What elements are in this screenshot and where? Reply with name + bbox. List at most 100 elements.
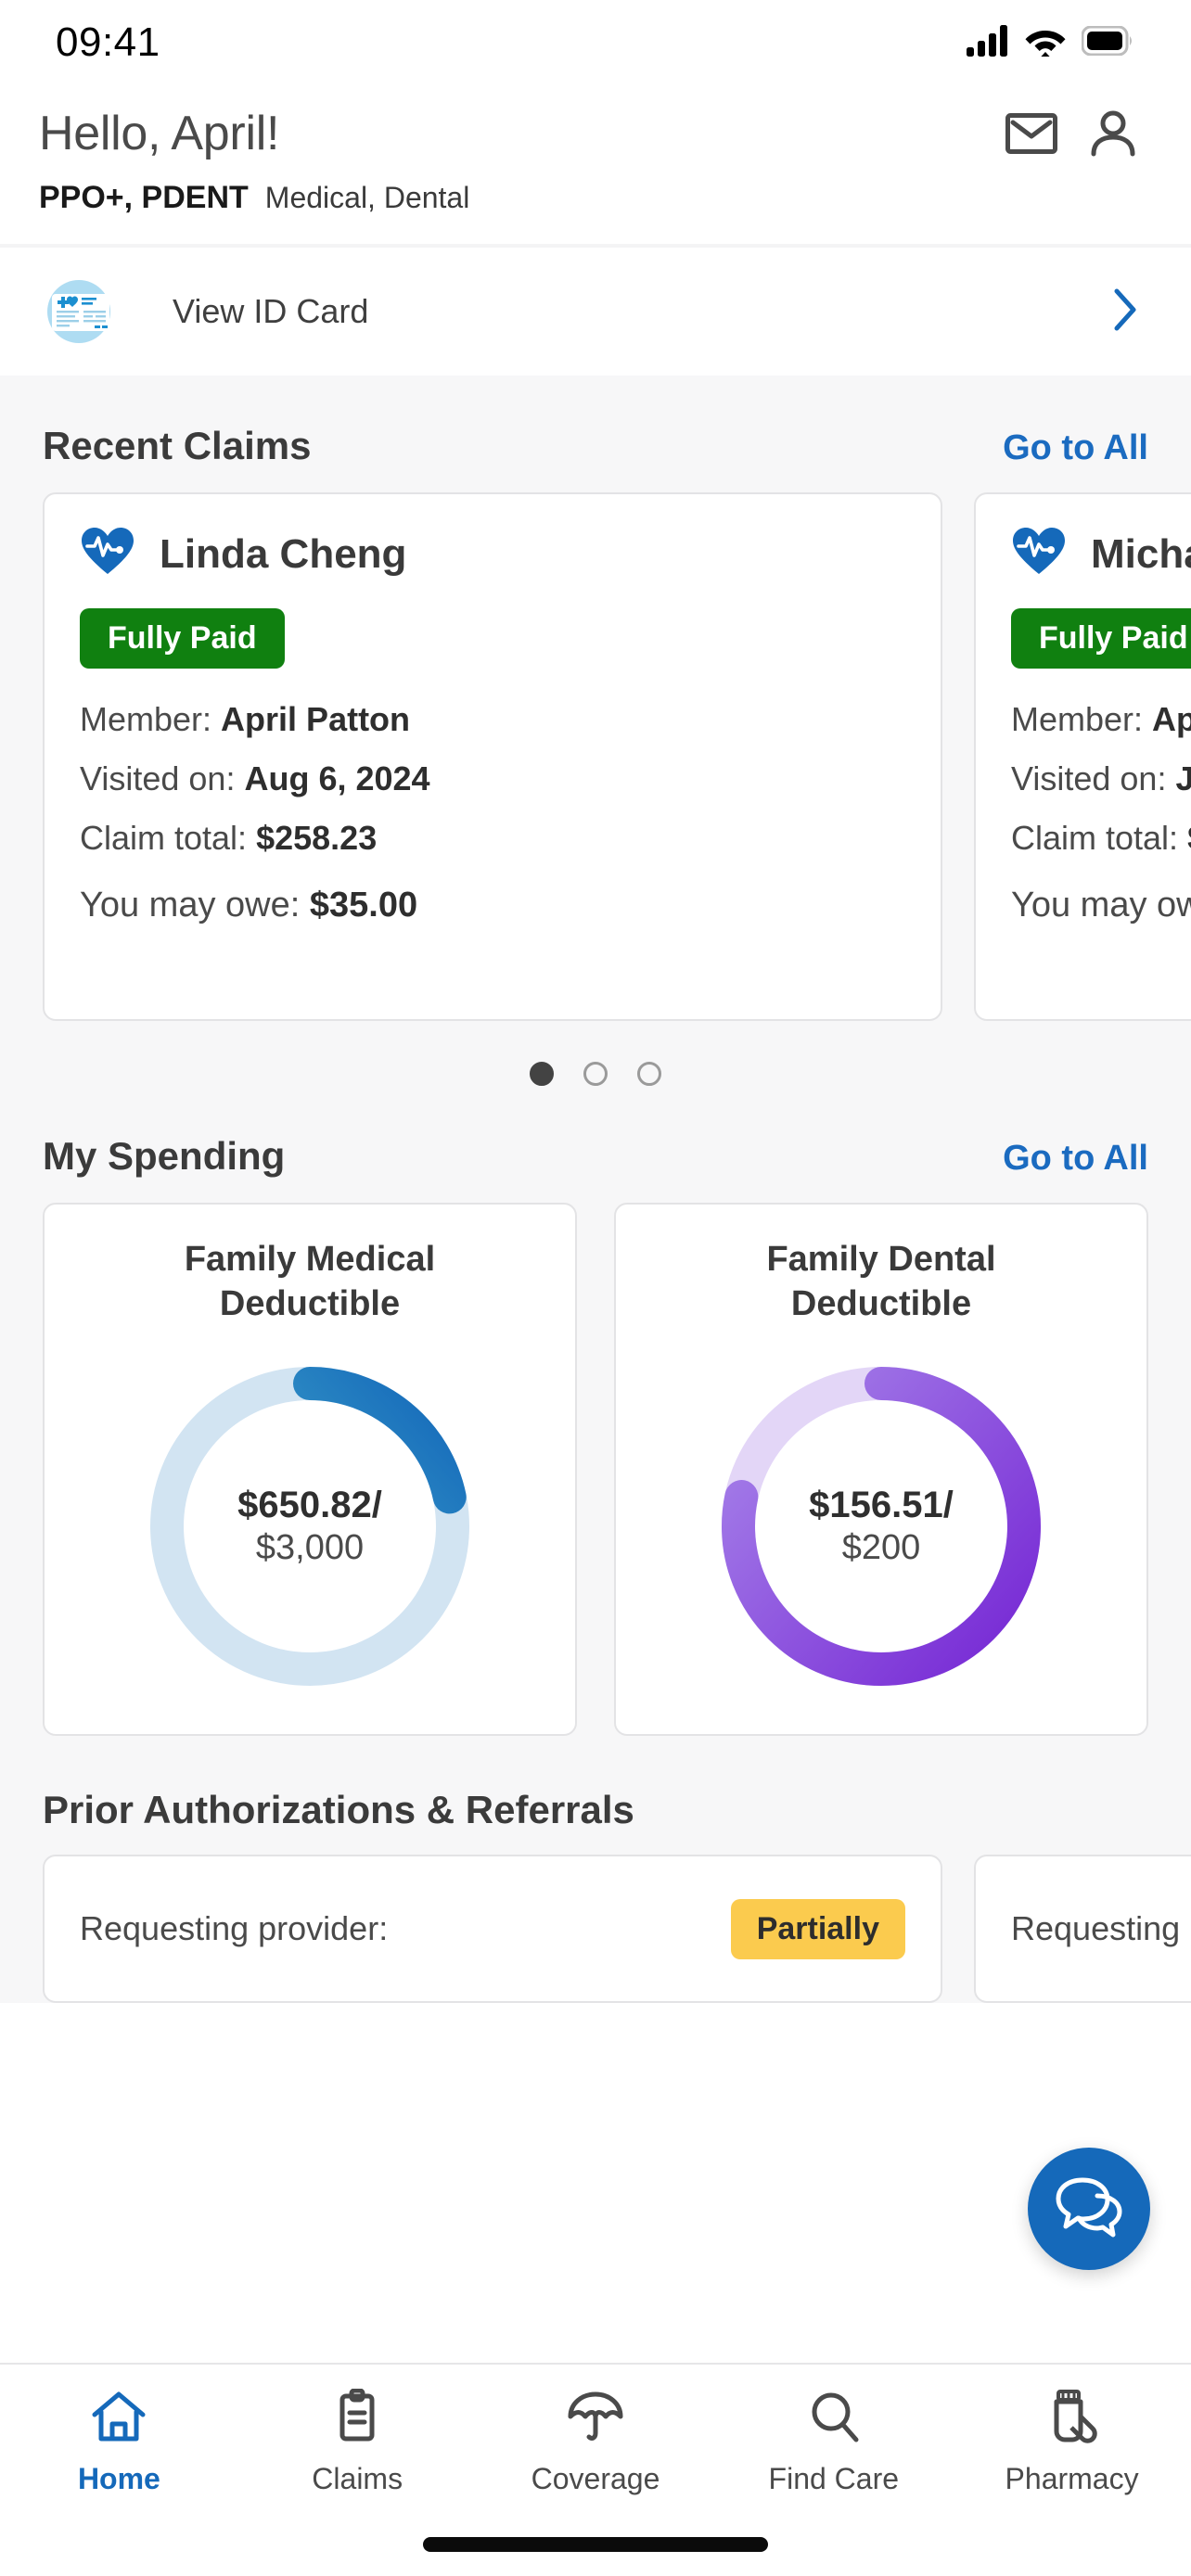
claim-owe-label: You may owe: [80, 886, 300, 925]
claim-visited-label: Visited on: [1011, 759, 1166, 797]
claim-member-row: Member: April Patton [80, 700, 905, 739]
header-actions [1005, 109, 1152, 158]
claim-owe-label: You may owe: [1011, 886, 1191, 925]
my-spending-title: My Spending [43, 1134, 285, 1179]
status-badge: Fully Paid [80, 608, 285, 669]
medical-total-amount: $3,000 [256, 1527, 364, 1570]
spending-card-title: Family Dental Deductible [677, 1238, 1085, 1326]
claim-details: Member: April Patton Visited on: Jul 22,… [1011, 700, 1191, 925]
id-card-icon [39, 272, 119, 351]
dental-used-amount: $156.51/ [809, 1484, 954, 1527]
claims-carousel-pager[interactable] [0, 1021, 1191, 1095]
tab-coverage-label: Coverage [531, 2462, 660, 2496]
claim-total-row: Claim total: $258.23 [80, 819, 905, 858]
claim-visited-row: Visited on: Aug 6, 2024 [80, 759, 905, 798]
pager-dot-1[interactable] [530, 1062, 554, 1086]
medical-used-amount: $650.82/ [237, 1484, 382, 1527]
medical-deductible-donut: $650.82/ $3,000 [134, 1350, 486, 1702]
prior-auth-card[interactable]: Requesting provider: Partially [974, 1855, 1191, 2003]
tab-find-care-label: Find Care [769, 2462, 900, 2496]
tab-pharmacy-label: Pharmacy [1005, 2462, 1139, 2496]
heartbeat-icon [1011, 526, 1067, 582]
tab-pharmacy[interactable]: Pharmacy [970, 2389, 1174, 2496]
pager-dot-3[interactable] [637, 1062, 661, 1086]
recent-claims-header: Recent Claims Go to All [0, 385, 1191, 492]
status-badge: Fully Paid [1011, 608, 1191, 669]
recent-claims-title: Recent Claims [43, 424, 311, 468]
claim-card-header: Michael Ruiz [1011, 526, 1191, 582]
greeting-title: Hello, April! [39, 106, 279, 161]
main-scroll-area: Recent Claims Go to All Linda Cheng Full… [0, 376, 1191, 2003]
search-icon [804, 2389, 864, 2449]
my-spending-go-to-all-link[interactable]: Go to All [1003, 1139, 1148, 1179]
tab-home[interactable]: Home [17, 2389, 221, 2496]
prior-auth-status-badge: Partially [731, 1899, 905, 1959]
wifi-icon [1024, 25, 1067, 61]
home-icon [89, 2389, 148, 2449]
my-spending-header: My Spending Go to All [0, 1095, 1191, 1203]
recent-claims-go-to-all-link[interactable]: Go to All [1003, 428, 1148, 468]
claim-member-row: Member: April Patton [1011, 700, 1191, 739]
spending-card-dental[interactable]: Family Dental Deductible $156.51/ $200 [614, 1203, 1148, 1736]
status-time: 09:41 [56, 19, 160, 66]
app-header: Hello, April! PPO+, PDENT Medical, Denta… [0, 85, 1191, 244]
claim-owe-value: $35.00 [310, 886, 417, 925]
umbrella-icon [566, 2389, 625, 2449]
claim-member-value: April Patton [221, 700, 410, 738]
cellular-signal-icon [967, 25, 1009, 61]
view-id-card-label: View ID Card [173, 292, 1083, 331]
claim-card-header: Linda Cheng [80, 526, 905, 582]
battery-icon [1082, 26, 1133, 60]
status-icons [967, 25, 1133, 61]
view-id-card-row[interactable]: View ID Card [0, 248, 1191, 376]
tab-claims[interactable]: Claims [255, 2389, 459, 2496]
header-top-row: Hello, April! [39, 106, 1152, 161]
claim-member-label: Member: [80, 700, 211, 738]
dental-donut-center-label: $156.51/ $200 [705, 1350, 1057, 1702]
profile-icon[interactable] [1089, 109, 1137, 158]
pager-dot-2[interactable] [583, 1062, 608, 1086]
claim-owe-row: You may owe: $35.00 [80, 886, 905, 925]
chat-fab-button[interactable] [1028, 2148, 1150, 2270]
claim-card[interactable]: Michael Ruiz Fully Paid Member: April Pa… [974, 492, 1191, 1021]
claim-total-row: Claim total: $142.00 [1011, 819, 1191, 858]
tab-home-label: Home [78, 2462, 160, 2496]
claim-visited-label: Visited on: [80, 759, 235, 797]
medical-donut-center-label: $650.82/ $3,000 [134, 1350, 486, 1702]
prior-auth-title: Prior Authorizations & Referrals [43, 1788, 634, 1831]
heartbeat-icon [80, 526, 135, 582]
spending-cards: Family Medical Deductible $650.82/ $3,00… [0, 1203, 1191, 1736]
claim-total-label: Claim total: [1011, 819, 1178, 857]
prior-auth-header: Prior Authorizations & Referrals [0, 1736, 1191, 1855]
home-indicator [423, 2537, 768, 2552]
prior-auth-card[interactable]: Requesting provider: Partially [43, 1855, 942, 2003]
tab-claims-label: Claims [312, 2462, 403, 2496]
claim-visited-value: Aug 6, 2024 [244, 759, 429, 797]
claim-total-value: $258.23 [256, 819, 377, 857]
pill-bottle-icon [1043, 2389, 1102, 2449]
claim-member-value: April Patton [1152, 700, 1191, 738]
prior-auth-carousel[interactable]: Requesting provider: Partially Requestin… [0, 1855, 1191, 2003]
claim-visited-value: Jul 22, 2024 [1175, 759, 1191, 797]
claim-total-label: Claim total: [80, 819, 247, 857]
chevron-right-icon[interactable] [1111, 287, 1139, 338]
plan-summary: PPO+, PDENT Medical, Dental [39, 180, 1152, 216]
prior-auth-provider-label: Requesting provider: [1011, 1909, 1191, 1948]
claim-provider-name: Linda Cheng [160, 531, 406, 578]
mail-icon[interactable] [1005, 113, 1057, 154]
claim-member-label: Member: [1011, 700, 1143, 738]
plan-code: PPO+, PDENT [39, 180, 249, 216]
claim-provider-name: Michael Ruiz [1091, 531, 1191, 578]
claim-owe-row: You may owe: $20.00 [1011, 886, 1191, 925]
chat-bubbles-icon [1055, 2176, 1123, 2242]
claim-visited-row: Visited on: Jul 22, 2024 [1011, 759, 1191, 798]
claim-card[interactable]: Linda Cheng Fully Paid Member: April Pat… [43, 492, 942, 1021]
spending-card-medical[interactable]: Family Medical Deductible $650.82/ $3,00… [43, 1203, 577, 1736]
tab-coverage[interactable]: Coverage [493, 2389, 698, 2496]
tab-find-care[interactable]: Find Care [732, 2389, 936, 2496]
prior-auth-provider-label: Requesting provider: [80, 1909, 388, 1948]
recent-claims-carousel[interactable]: Linda Cheng Fully Paid Member: April Pat… [0, 492, 1191, 1021]
dental-deductible-donut: $156.51/ $200 [705, 1350, 1057, 1702]
spending-card-title: Family Medical Deductible [106, 1238, 514, 1326]
plan-types: Medical, Dental [265, 181, 470, 215]
